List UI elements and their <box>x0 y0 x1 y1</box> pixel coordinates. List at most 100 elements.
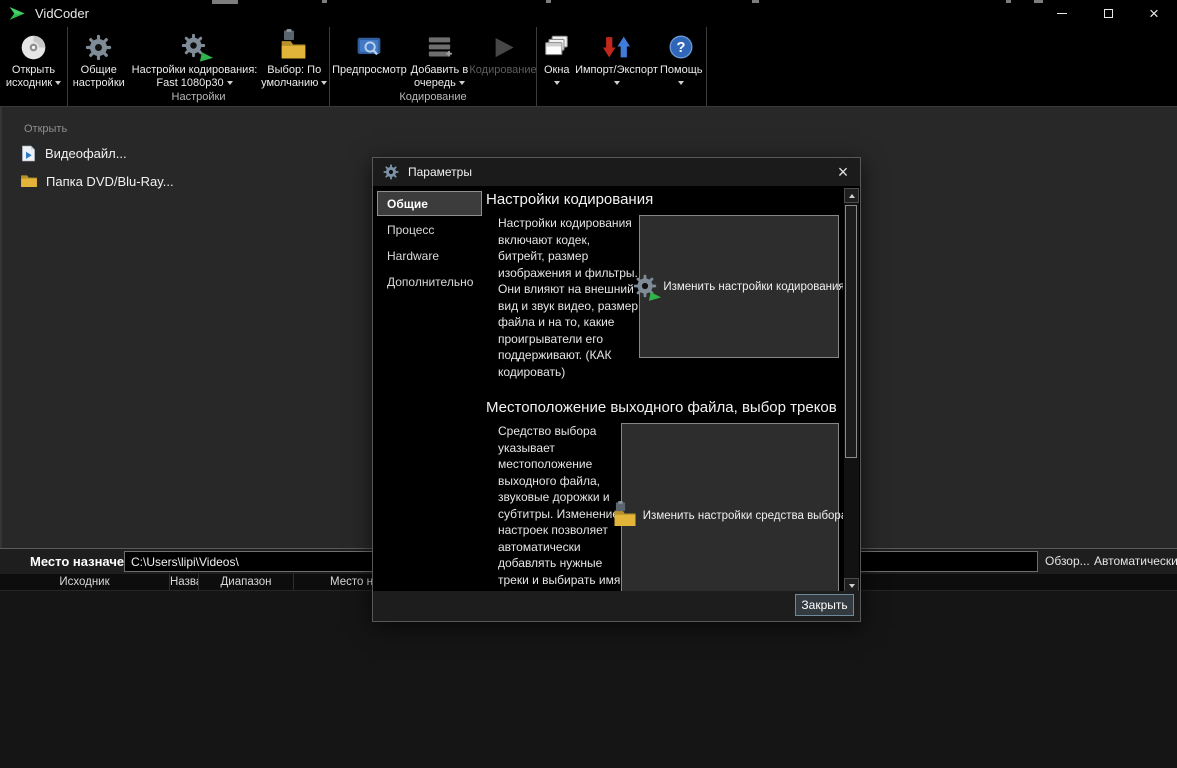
open-source-label-line2: исходник <box>5 77 53 89</box>
encoding-gear-icon <box>633 274 657 300</box>
background-artifact <box>1006 0 1011 3</box>
dropdown-caret-icon <box>321 81 328 86</box>
scrollbar-thumb[interactable] <box>845 205 857 458</box>
edit-picker-settings-button[interactable]: Изменить настройки средства выбора <box>621 423 843 594</box>
dropdown-caret-icon <box>458 81 465 86</box>
import-export-icon <box>603 32 630 62</box>
green-arrow-icon <box>199 49 214 64</box>
general-settings-button[interactable]: Общие настройки <box>70 32 128 90</box>
queue-icon <box>426 32 453 62</box>
encoding-settings-button[interactable]: Настройки кодирования: Fast 1080p30 <box>130 32 260 90</box>
window-title: VidCoder <box>35 6 89 21</box>
column-header-title[interactable]: Назва <box>170 574 199 590</box>
encode-label: Кодирование <box>469 64 537 76</box>
add-to-queue-label-line1: Добавить в <box>410 64 469 76</box>
toolbar-group-open: Открыть исходник <box>0 27 68 106</box>
dropdown-caret-icon <box>613 81 620 86</box>
options-dialog: Параметры Общие Процесс Hardware Дополни… <box>372 157 861 622</box>
minimize-button[interactable] <box>1039 0 1085 27</box>
general-settings-label-line2: настройки <box>72 77 125 89</box>
background-artifact <box>546 0 551 3</box>
open-section-header: Открыть <box>24 123 68 135</box>
scroll-up-button[interactable] <box>844 188 859 203</box>
background-artifact <box>752 0 759 3</box>
auto-naming-button[interactable]: Автоматически <box>1094 554 1177 568</box>
general-settings-label-line1: Общие <box>80 64 117 76</box>
open-source-label-line1: Открыть <box>11 64 56 76</box>
open-dvd-folder-label: Папка DVD/Blu-Ray... <box>46 173 174 189</box>
minimize-icon <box>1057 13 1067 14</box>
picker-folder-icon <box>613 504 637 528</box>
options-dialog-title: Параметры <box>408 165 472 179</box>
picker-label-line1: Выбор: По <box>267 64 322 76</box>
add-to-queue-label-line2: очередь <box>414 77 456 89</box>
encoding-section-description: Настройки кодирования включают кодек, би… <box>498 216 639 379</box>
video-file-icon <box>20 145 37 162</box>
open-video-file-label: Видеофайл... <box>45 146 127 161</box>
title-bar: VidCoder <box>0 0 1177 27</box>
encoding-section-header: Настройки кодирования <box>486 191 654 208</box>
options-content: Настройки кодирования Настройки кодирова… <box>485 188 843 594</box>
tab-process[interactable]: Процесс <box>377 217 482 242</box>
gear-icon <box>383 164 399 180</box>
dropdown-caret-icon <box>678 81 685 86</box>
arrow-up-icon <box>848 193 855 198</box>
add-to-queue-button[interactable]: Добавить в очередь <box>409 32 470 90</box>
picker-button[interactable]: Выбор: По умолчанию <box>261 32 328 90</box>
edit-picker-settings-label: Изменить настройки средства выбора <box>642 509 843 522</box>
picker-label-line2: умолчанию <box>261 77 319 89</box>
options-dialog-titlebar: Параметры <box>373 158 860 186</box>
gear-icon <box>85 32 112 62</box>
edit-encoding-settings-label: Изменить настройки кодирования <box>663 280 843 293</box>
help-label: Помощь <box>660 64 703 76</box>
main-toolbar: Открыть исходник Общие настройки Настрой… <box>0 27 1177 107</box>
encoding-gear-icon <box>181 32 209 62</box>
toolbar-group-settings: Общие настройки Настройки кодирования: F… <box>68 27 330 106</box>
group-label-settings: Настройки <box>171 91 226 103</box>
preview-label: Предпросмотр <box>332 64 407 76</box>
close-window-button[interactable] <box>1131 0 1177 27</box>
tab-general[interactable]: Общие <box>377 191 482 216</box>
options-scrollbar[interactable] <box>844 188 859 593</box>
window-controls <box>1039 0 1177 27</box>
picker-section-description: Средство выбора указывает местоположение… <box>498 424 621 594</box>
arrow-down-icon <box>848 583 855 588</box>
edit-encoding-settings-button[interactable]: Изменить настройки кодирования <box>639 215 843 358</box>
options-tab-list: Общие Процесс Hardware Дополнительно <box>377 191 482 295</box>
encoding-settings-label-line2: Fast 1080p30 <box>156 77 224 89</box>
dvd-folder-icon <box>20 172 38 190</box>
maximize-icon <box>1103 9 1113 18</box>
browse-button[interactable]: Обзор... <box>1045 554 1090 568</box>
open-video-file-item[interactable]: Видеофайл... <box>20 145 127 162</box>
clipboard-icon <box>615 501 626 512</box>
toolbar-group-misc: Окна Импорт/Экспорт Помощь <box>537 27 707 106</box>
column-header-source[interactable]: Исходник <box>0 574 170 590</box>
preview-icon <box>355 32 383 62</box>
picker-folder-icon <box>280 32 308 62</box>
preview-button[interactable]: Предпросмотр <box>330 32 409 77</box>
background-artifact <box>212 0 238 4</box>
group-label-empty <box>0 91 67 106</box>
tab-advanced[interactable]: Дополнительно <box>377 269 482 294</box>
help-button[interactable]: Помощь <box>657 32 705 90</box>
import-export-button[interactable]: Импорт/Экспорт <box>575 32 658 90</box>
dropdown-caret-icon <box>55 81 62 86</box>
open-source-button[interactable]: Открыть исходник <box>5 32 62 90</box>
options-dialog-close-button[interactable] <box>832 161 854 183</box>
close-dialog-button[interactable]: Закрыть <box>795 594 854 616</box>
windows-label: Окна <box>543 64 570 76</box>
toolbar-group-encoding: Предпросмотр Добавить в очередь Кодирова… <box>330 27 537 106</box>
tab-hardware[interactable]: Hardware <box>377 243 482 268</box>
column-header-range[interactable]: Диапазон <box>199 574 294 590</box>
picker-section-header: Местоположение выходного файла, выбор тр… <box>486 399 837 416</box>
windows-icon <box>543 32 571 62</box>
windows-button[interactable]: Окна <box>538 32 576 90</box>
clipboard-icon <box>283 29 295 41</box>
group-label-empty <box>537 91 706 106</box>
open-dvd-folder-item[interactable]: Папка DVD/Blu-Ray... <box>20 172 174 190</box>
background-artifact <box>1034 0 1043 3</box>
help-icon <box>668 32 694 62</box>
green-arrow-icon <box>648 289 662 303</box>
maximize-button[interactable] <box>1085 0 1131 27</box>
vidcoder-logo-icon <box>9 5 26 22</box>
